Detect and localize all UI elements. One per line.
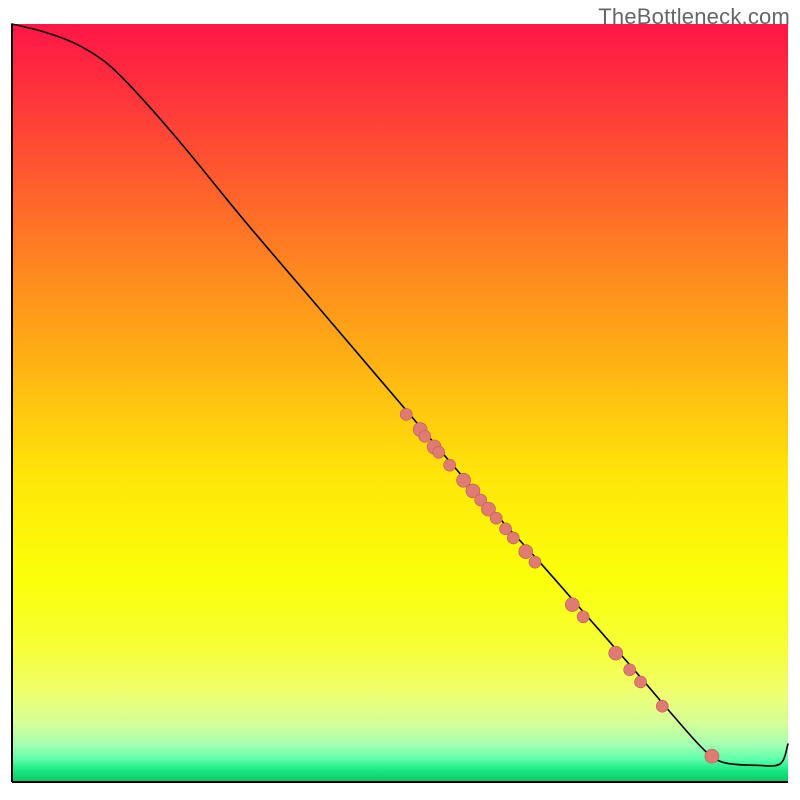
data-point — [490, 512, 502, 524]
data-point — [519, 545, 533, 559]
data-point — [656, 700, 668, 712]
data-point — [507, 532, 519, 544]
data-point — [624, 664, 636, 676]
watermark-text: TheBottleneck.com — [598, 4, 790, 30]
data-point — [419, 430, 431, 442]
data-point — [565, 598, 579, 612]
data-point — [577, 611, 589, 623]
bottleneck-curve — [12, 24, 788, 766]
data-point — [705, 749, 719, 763]
plot-overlay — [12, 24, 788, 782]
data-point — [635, 676, 647, 688]
data-point — [529, 556, 541, 568]
data-point — [400, 408, 412, 420]
chart-container: TheBottleneck.com — [0, 0, 800, 800]
data-point — [444, 459, 456, 471]
data-point — [433, 446, 445, 458]
data-point — [609, 646, 623, 660]
